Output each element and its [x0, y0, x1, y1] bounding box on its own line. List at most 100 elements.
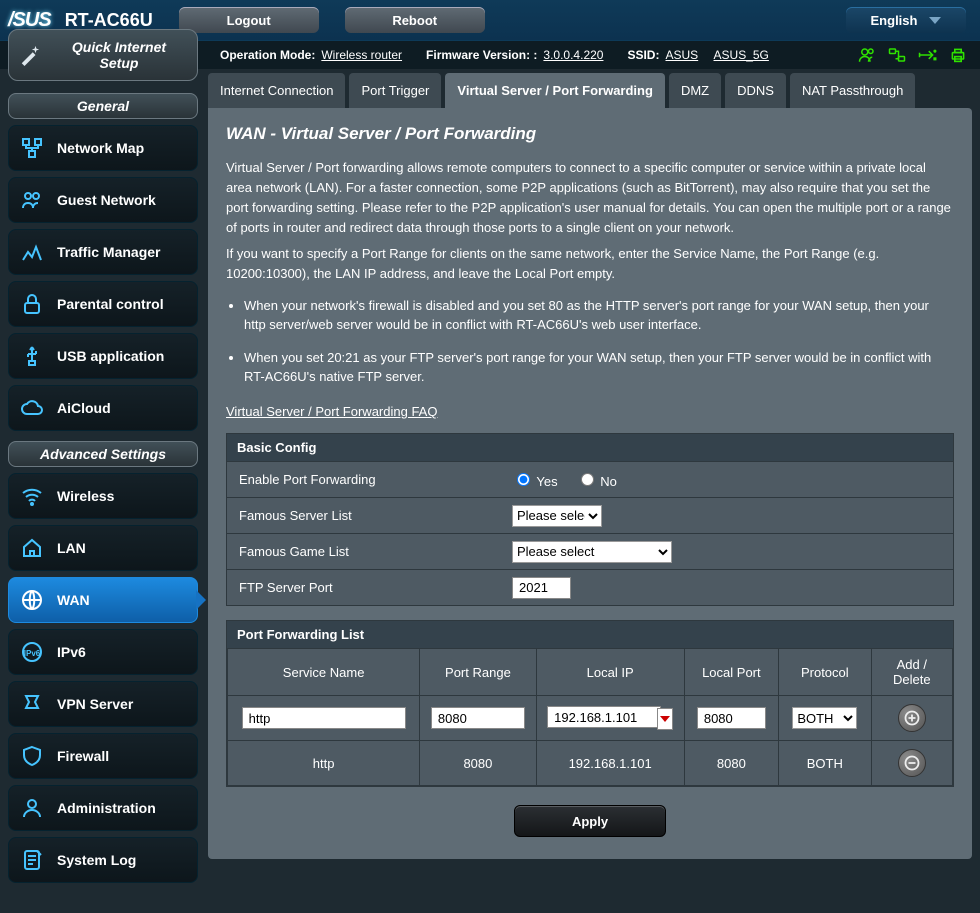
tab-virtual-server[interactable]: Virtual Server / Port Forwarding: [445, 73, 665, 108]
traffic-manager-icon: [19, 240, 45, 264]
port-range-input[interactable]: [431, 707, 525, 729]
local-port-input[interactable]: [697, 707, 766, 729]
ftp-port-label: FTP Server Port: [227, 570, 506, 605]
advanced-section-title: Advanced Settings: [8, 441, 198, 467]
ssid-label: SSID:: [627, 48, 659, 62]
col-port-range: Port Range: [420, 649, 536, 696]
sidebar-item-network-map[interactable]: Network Map: [8, 125, 198, 171]
sidebar-item-label: Parental control: [57, 296, 164, 312]
sidebar-item-aicloud[interactable]: AiCloud: [8, 385, 198, 431]
cell-local: 8080: [684, 741, 778, 786]
ssid2-link[interactable]: ASUS_5G: [714, 48, 769, 62]
ssid1-link[interactable]: ASUS: [665, 48, 698, 62]
sidebar-item-system-log[interactable]: System Log: [8, 837, 198, 883]
server-list-select[interactable]: Please select: [512, 505, 602, 527]
aicloud-icon: [19, 396, 45, 420]
sidebar-item-wan[interactable]: WAN: [8, 577, 198, 623]
sidebar-item-label: USB application: [57, 348, 164, 364]
fw-label: Firmware Version: :: [426, 48, 537, 62]
sidebar: Quick Internet Setup General Network Map…: [8, 69, 198, 889]
lan-icon: [19, 536, 45, 560]
intro-para-1: Virtual Server / Port forwarding allows …: [226, 158, 954, 238]
port-forwarding-list: Port Forwarding List Service Name Port R…: [226, 620, 954, 787]
sidebar-item-label: Firewall: [57, 748, 109, 764]
quick-setup-label: Quick Internet Setup: [51, 39, 187, 71]
fw-link[interactable]: 3.0.0.4.220: [543, 48, 603, 62]
pfl-header-row: Service Name Port Range Local IP Local P…: [228, 649, 953, 696]
cell-proto: BOTH: [779, 741, 872, 786]
general-section-title: General: [8, 93, 198, 119]
local-ip-input[interactable]: [547, 706, 661, 728]
usb-status-icon[interactable]: [918, 47, 938, 63]
sidebar-item-guest-network[interactable]: Guest Network: [8, 177, 198, 223]
add-button[interactable]: [898, 704, 926, 732]
radio-no-label: No: [600, 474, 617, 489]
network-status-icon[interactable]: [888, 47, 906, 63]
vpn-icon: [19, 692, 45, 716]
network-map-icon: [19, 136, 45, 160]
sidebar-item-label: LAN: [57, 540, 86, 556]
tab-bar: Internet Connection Port Trigger Virtual…: [208, 73, 972, 108]
sidebar-item-administration[interactable]: Administration: [8, 785, 198, 831]
game-list-select[interactable]: Please select: [512, 541, 672, 563]
protocol-select[interactable]: BOTH: [792, 707, 857, 729]
server-list-label: Famous Server List: [227, 498, 506, 533]
ftp-port-input[interactable]: [512, 577, 571, 599]
sidebar-item-lan[interactable]: LAN: [8, 525, 198, 571]
row-famous-server-list: Famous Server List Please select: [227, 497, 953, 533]
guest-network-icon: [19, 188, 45, 212]
sidebar-item-firewall[interactable]: Firewall: [8, 733, 198, 779]
main-content: Internet Connection Port Trigger Virtual…: [208, 69, 972, 889]
chevron-down-icon: [929, 17, 941, 24]
tab-ddns[interactable]: DDNS: [725, 73, 786, 108]
firewall-icon: [19, 744, 45, 768]
note-1: When your network's firewall is disabled…: [244, 296, 954, 334]
logout-button[interactable]: Logout: [179, 7, 319, 33]
sidebar-item-label: Network Map: [57, 140, 144, 156]
delete-button[interactable]: [898, 749, 926, 777]
tab-dmz[interactable]: DMZ: [669, 73, 721, 108]
wan-icon: [19, 588, 45, 612]
status-icons: [858, 47, 966, 63]
note-2: When you set 20:21 as your FTP server's …: [244, 348, 954, 386]
radio-yes-wrap[interactable]: Yes: [512, 470, 558, 489]
row-ftp-port: FTP Server Port: [227, 569, 953, 605]
sidebar-item-label: IPv6: [57, 644, 86, 660]
op-mode-link[interactable]: Wireless router: [321, 48, 402, 62]
intro-para-2: If you want to specify a Port Range for …: [226, 244, 954, 284]
user-status-icon[interactable]: [858, 47, 876, 63]
reboot-button[interactable]: Reboot: [345, 7, 485, 33]
printer-status-icon[interactable]: [950, 47, 966, 63]
cell-range: 8080: [420, 741, 536, 786]
game-list-label: Famous Game List: [227, 534, 506, 569]
radio-no-wrap[interactable]: No: [576, 470, 617, 489]
sidebar-item-usb-application[interactable]: USB application: [8, 333, 198, 379]
radio-no[interactable]: [581, 473, 594, 486]
sidebar-item-ipv6[interactable]: IPv6 IPv6: [8, 629, 198, 675]
row-famous-game-list: Famous Game List Please select: [227, 533, 953, 569]
local-ip-dropdown-button[interactable]: [657, 708, 673, 730]
wand-icon: [19, 44, 41, 66]
apply-button[interactable]: Apply: [514, 805, 666, 837]
radio-yes[interactable]: [517, 473, 530, 486]
tab-port-trigger[interactable]: Port Trigger: [349, 73, 441, 108]
sidebar-item-label: Guest Network: [57, 192, 156, 208]
sidebar-item-label: System Log: [57, 852, 136, 868]
sidebar-item-vpn-server[interactable]: VPN Server: [8, 681, 198, 727]
page-title: WAN - Virtual Server / Port Forwarding: [226, 124, 954, 144]
cell-ip: 192.168.1.101: [536, 741, 684, 786]
system-log-icon: [19, 848, 45, 872]
admin-icon: [19, 796, 45, 820]
sidebar-item-label: Traffic Manager: [57, 244, 160, 260]
sidebar-item-traffic-manager[interactable]: Traffic Manager: [8, 229, 198, 275]
service-name-input[interactable]: [242, 707, 406, 729]
tab-internet-connection[interactable]: Internet Connection: [208, 73, 345, 108]
sidebar-item-parental-control[interactable]: Parental control: [8, 281, 198, 327]
sidebar-item-label: WAN: [57, 592, 90, 608]
language-selector[interactable]: English: [846, 7, 966, 33]
tab-nat-passthrough[interactable]: NAT Passthrough: [790, 73, 915, 108]
op-mode-label: Operation Mode:: [220, 48, 315, 62]
sidebar-item-wireless[interactable]: Wireless: [8, 473, 198, 519]
quick-internet-setup-button[interactable]: Quick Internet Setup: [8, 29, 198, 81]
faq-link[interactable]: Virtual Server / Port Forwarding FAQ: [226, 404, 437, 419]
